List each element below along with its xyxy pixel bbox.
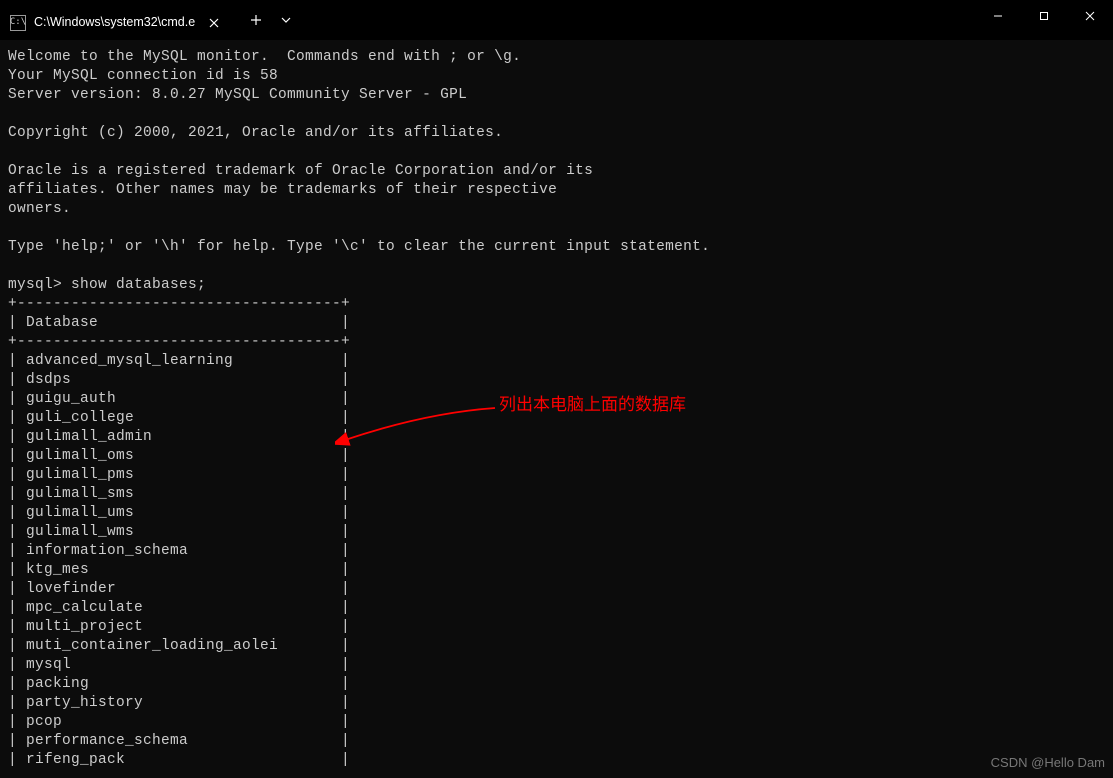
- annotation-label: 列出本电脑上面的数据库: [499, 395, 686, 414]
- cmd-icon: C:\: [10, 15, 26, 31]
- close-window-button[interactable]: [1067, 0, 1113, 32]
- watermark: CSDN @Hello Dam: [991, 753, 1105, 772]
- tab-dropdown-button[interactable]: [272, 4, 300, 36]
- terminal-tab[interactable]: C:\ C:\Windows\system32\cmd.e: [0, 5, 230, 40]
- window-controls: [975, 0, 1113, 40]
- new-tab-button[interactable]: [240, 4, 272, 36]
- minimize-button[interactable]: [975, 0, 1021, 32]
- tab-title: C:\Windows\system32\cmd.e: [34, 13, 198, 32]
- maximize-button[interactable]: [1021, 0, 1067, 32]
- close-tab-icon[interactable]: [206, 15, 222, 31]
- titlebar: C:\ C:\Windows\system32\cmd.e: [0, 0, 1113, 40]
